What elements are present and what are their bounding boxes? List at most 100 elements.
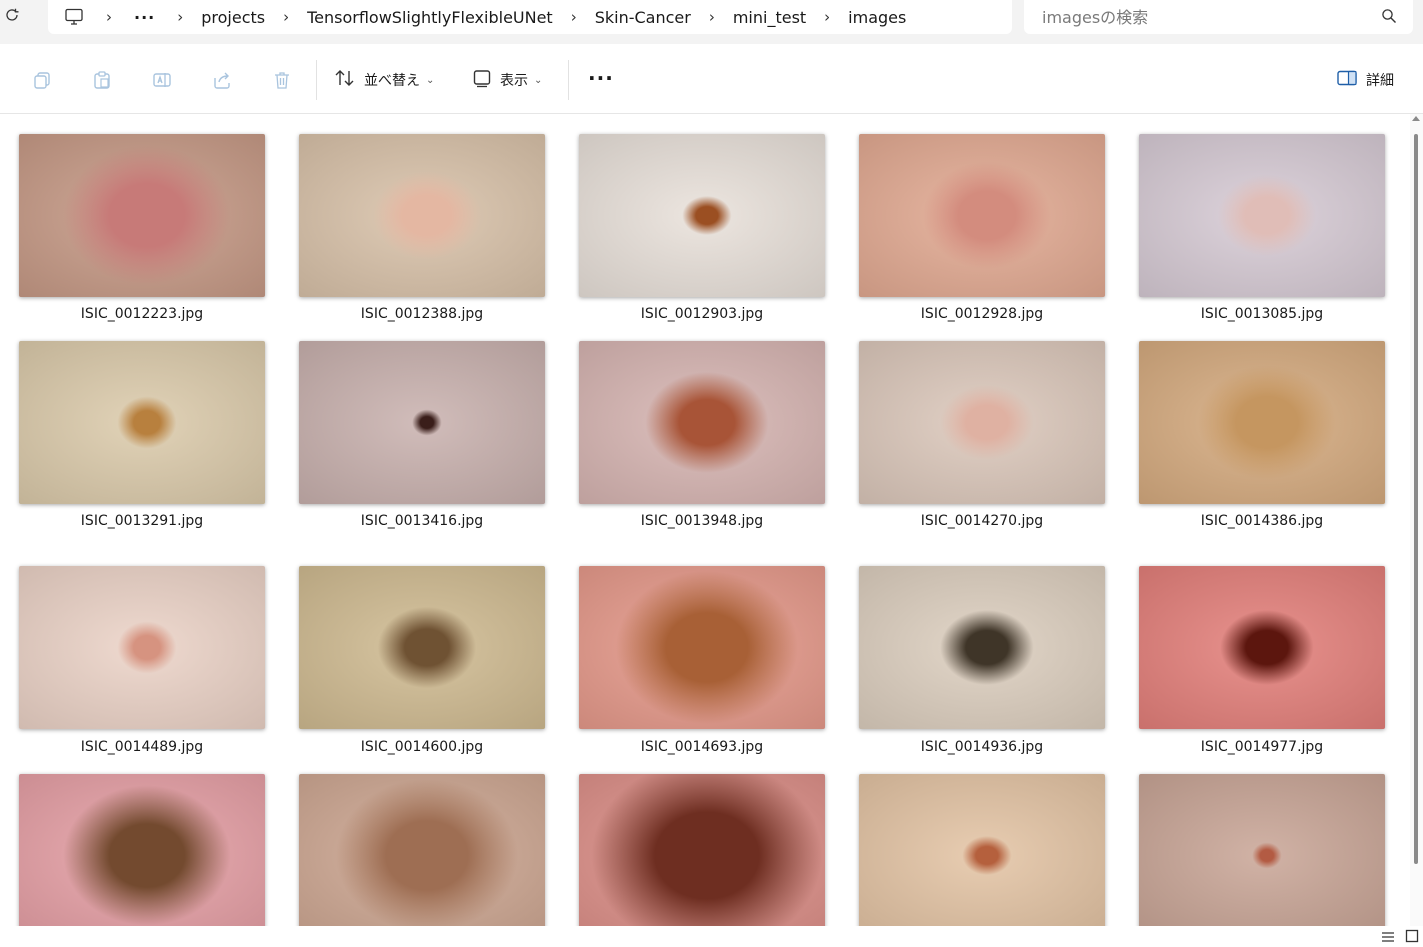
file-name[interactable]: ISIC_0014936.jpg bbox=[857, 739, 1107, 755]
file-name[interactable]: ISIC_0013085.jpg bbox=[1137, 306, 1387, 322]
image-thumbnail[interactable] bbox=[1139, 341, 1385, 504]
image-thumbnail[interactable] bbox=[19, 774, 265, 926]
more-options-button[interactable]: ··· bbox=[588, 66, 614, 90]
share-icon[interactable] bbox=[210, 68, 234, 92]
image-thumbnail[interactable] bbox=[1139, 134, 1385, 297]
toolbar-divider bbox=[568, 60, 569, 100]
vertical-scrollbar[interactable] bbox=[1410, 114, 1423, 926]
file-item[interactable] bbox=[299, 774, 545, 926]
chevron-down-icon: ⌄ bbox=[534, 74, 543, 86]
refresh-icon[interactable] bbox=[2, 4, 22, 26]
scroll-up-icon[interactable] bbox=[1412, 116, 1420, 121]
breadcrumb-item-unet[interactable]: TensorflowSlightlyFlexibleUNet bbox=[303, 2, 557, 32]
breadcrumb-separator-icon: › bbox=[570, 8, 577, 26]
this-pc-icon[interactable] bbox=[56, 2, 92, 32]
image-thumbnail[interactable] bbox=[299, 134, 545, 297]
image-thumbnail[interactable] bbox=[859, 134, 1105, 297]
details-pane-button[interactable]: 詳細 bbox=[1336, 66, 1394, 94]
paste-icon[interactable] bbox=[90, 68, 114, 92]
image-thumbnail[interactable] bbox=[859, 774, 1105, 926]
file-item[interactable] bbox=[19, 566, 265, 729]
breadcrumb-overflow-button[interactable]: ··· bbox=[126, 2, 163, 32]
image-thumbnail[interactable] bbox=[579, 341, 825, 504]
sort-icon bbox=[334, 68, 356, 92]
file-name[interactable]: ISIC_0013291.jpg bbox=[17, 513, 267, 529]
image-thumbnail[interactable] bbox=[19, 566, 265, 729]
sort-label: 並べ替え bbox=[364, 73, 420, 89]
copy-icon[interactable] bbox=[30, 68, 54, 92]
file-name[interactable]: ISIC_0012223.jpg bbox=[17, 306, 267, 322]
rename-icon[interactable] bbox=[150, 68, 174, 92]
file-item[interactable] bbox=[299, 134, 545, 297]
file-item[interactable] bbox=[859, 341, 1105, 504]
image-thumbnail[interactable] bbox=[19, 134, 265, 297]
breadcrumb-separator-icon: › bbox=[708, 8, 715, 26]
file-item[interactable] bbox=[19, 134, 265, 297]
file-name[interactable]: ISIC_0014977.jpg bbox=[1137, 739, 1387, 755]
breadcrumb-separator-icon: › bbox=[283, 8, 290, 26]
image-thumbnail[interactable] bbox=[299, 341, 545, 504]
view-icon bbox=[472, 68, 492, 92]
file-name[interactable]: ISIC_0014693.jpg bbox=[577, 739, 827, 755]
file-name[interactable]: ISIC_0013948.jpg bbox=[577, 513, 827, 529]
file-item[interactable] bbox=[299, 566, 545, 729]
file-item[interactable] bbox=[579, 341, 825, 504]
breadcrumb-separator-icon: › bbox=[824, 8, 831, 26]
file-item[interactable] bbox=[19, 341, 265, 504]
view-label: 表示 bbox=[500, 73, 528, 89]
view-toggles bbox=[1363, 927, 1423, 947]
toolbar-divider bbox=[316, 60, 317, 100]
file-name[interactable]: ISIC_0012388.jpg bbox=[297, 306, 547, 322]
command-bar: 並べ替え ⌄ 表示 ⌄ 詳細 bbox=[0, 46, 1423, 114]
file-name[interactable]: ISIC_0014386.jpg bbox=[1137, 513, 1387, 529]
breadcrumb-item-mini-test[interactable]: mini_test bbox=[729, 2, 810, 32]
file-name[interactable]: ISIC_0013416.jpg bbox=[297, 513, 547, 529]
file-item[interactable] bbox=[859, 774, 1105, 926]
image-thumbnail[interactable] bbox=[579, 774, 825, 926]
large-icons-view-icon[interactable] bbox=[1405, 928, 1419, 947]
breadcrumb-item-projects[interactable]: projects bbox=[197, 2, 269, 32]
breadcrumb-item-images[interactable]: images bbox=[844, 2, 910, 32]
image-thumbnail[interactable] bbox=[859, 566, 1105, 729]
file-name[interactable]: ISIC_0012928.jpg bbox=[857, 306, 1107, 322]
view-button[interactable]: 表示 ⌄ bbox=[472, 66, 542, 94]
file-item[interactable] bbox=[579, 566, 825, 729]
file-name[interactable]: ISIC_0014489.jpg bbox=[17, 739, 267, 755]
scrollbar-thumb[interactable] bbox=[1414, 134, 1418, 864]
file-item[interactable] bbox=[1139, 566, 1385, 729]
file-item[interactable] bbox=[579, 774, 825, 926]
search-icon[interactable] bbox=[1381, 8, 1399, 26]
file-item[interactable] bbox=[1139, 134, 1385, 297]
image-thumbnail[interactable] bbox=[299, 774, 545, 926]
details-pane-icon bbox=[1336, 69, 1358, 91]
details-view-icon[interactable] bbox=[1381, 928, 1395, 947]
file-name[interactable]: ISIC_0012903.jpg bbox=[577, 306, 827, 322]
file-name[interactable]: ISIC_0014270.jpg bbox=[857, 513, 1107, 529]
chevron-down-icon: ⌄ bbox=[426, 74, 435, 86]
breadcrumb-item-skin-cancer[interactable]: Skin-Cancer bbox=[591, 2, 695, 32]
file-item[interactable] bbox=[859, 566, 1105, 729]
file-name[interactable]: ISIC_0014600.jpg bbox=[297, 739, 547, 755]
image-thumbnail[interactable] bbox=[1139, 566, 1385, 729]
delete-icon[interactable] bbox=[270, 68, 294, 92]
search-input[interactable] bbox=[1042, 7, 1372, 27]
file-grid: ISIC_0012223.jpg ISIC_0012388.jpg ISIC_001… bbox=[0, 114, 1410, 926]
file-item[interactable] bbox=[19, 774, 265, 926]
file-item[interactable] bbox=[1139, 341, 1385, 504]
image-thumbnail[interactable] bbox=[299, 566, 545, 729]
address-bar-row: › ··· › projects › TensorflowSlightlyFle… bbox=[0, 0, 1423, 44]
breadcrumb-separator-icon: › bbox=[177, 8, 184, 26]
file-item[interactable] bbox=[299, 341, 545, 504]
file-item[interactable] bbox=[579, 134, 825, 297]
image-thumbnail[interactable] bbox=[19, 341, 265, 504]
sort-button[interactable]: 並べ替え ⌄ bbox=[334, 66, 434, 94]
file-item[interactable] bbox=[859, 134, 1105, 297]
breadcrumb-separator-icon: › bbox=[106, 8, 112, 26]
details-label: 詳細 bbox=[1366, 73, 1394, 89]
file-item[interactable] bbox=[1139, 774, 1385, 926]
image-thumbnail[interactable] bbox=[579, 134, 825, 297]
image-thumbnail[interactable] bbox=[1139, 774, 1385, 926]
breadcrumb[interactable]: › ··· › projects › TensorflowSlightlyFle… bbox=[48, 0, 1012, 34]
image-thumbnail[interactable] bbox=[579, 566, 825, 729]
image-thumbnail[interactable] bbox=[859, 341, 1105, 504]
